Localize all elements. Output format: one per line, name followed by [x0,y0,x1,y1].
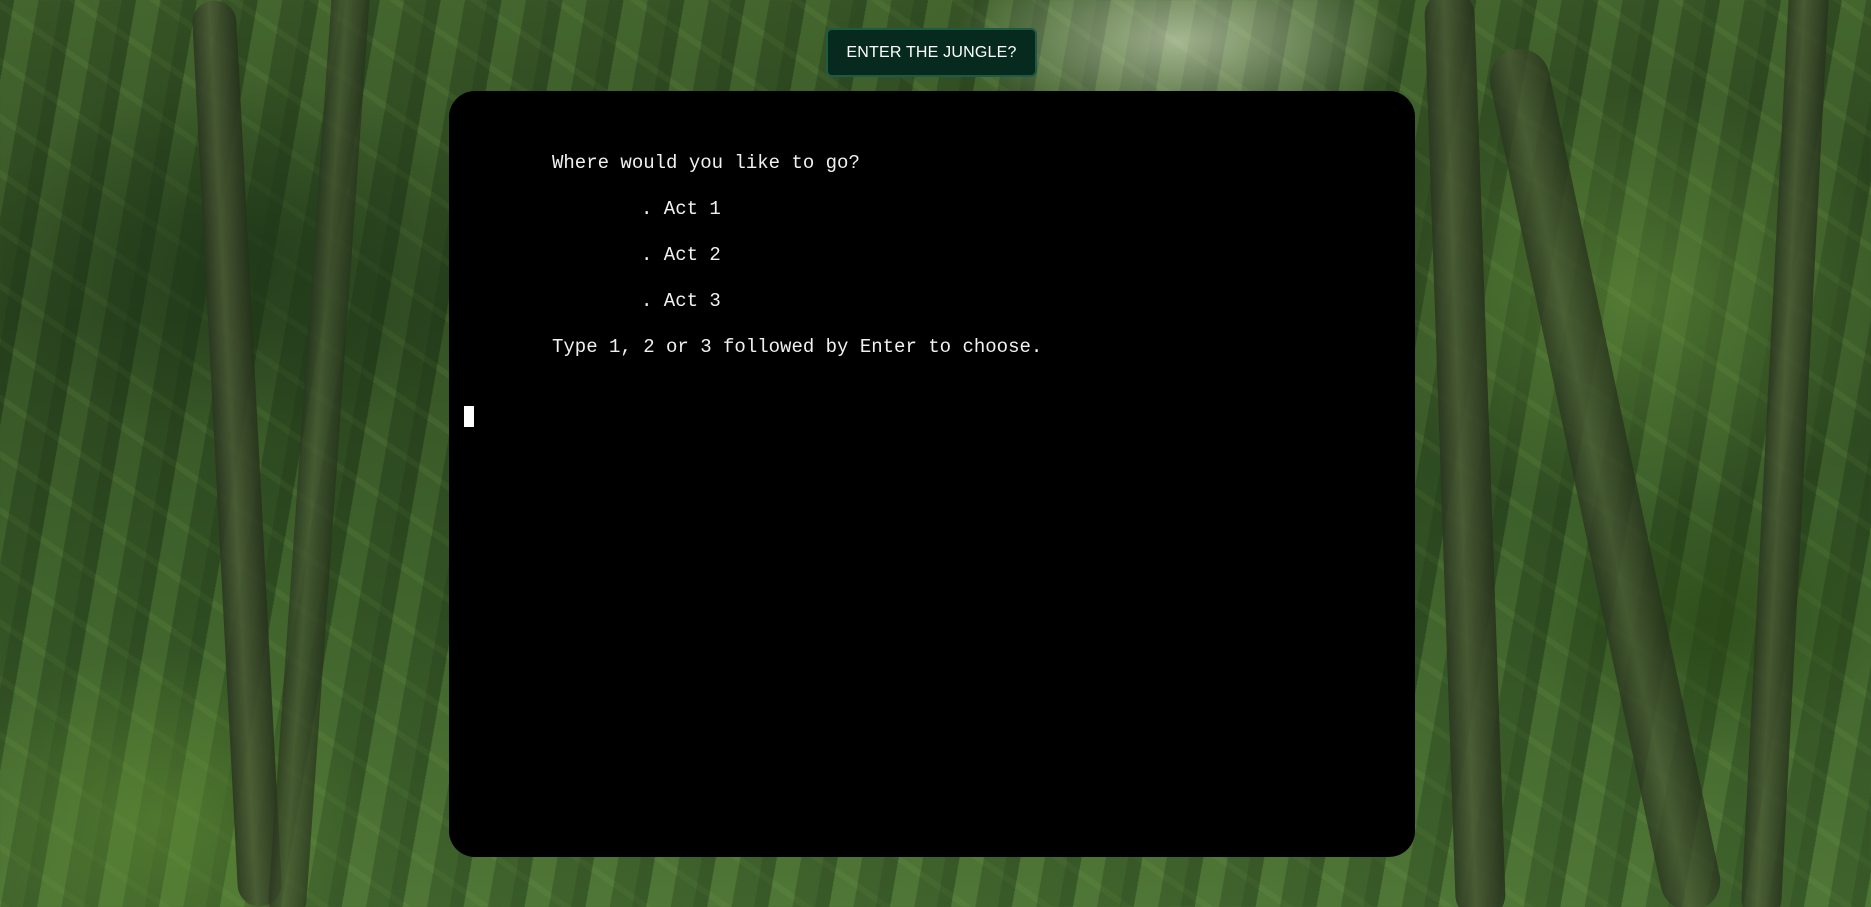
menu-option-act-3: . Act 3 [641,290,721,312]
terminal-cursor[interactable] [464,406,474,427]
menu-option-act-1: . Act 1 [641,198,721,220]
terminal-instruction: Type 1, 2 or 3 followed by Enter to choo… [552,336,1043,358]
terminal-window[interactable]: Where would you like to go? . Act 1 . Ac… [449,91,1415,857]
enter-jungle-button[interactable]: ENTER THE JUNGLE? [826,28,1037,77]
menu-option-act-2: . Act 2 [641,244,721,266]
terminal-prompt: Where would you like to go? [552,152,860,174]
